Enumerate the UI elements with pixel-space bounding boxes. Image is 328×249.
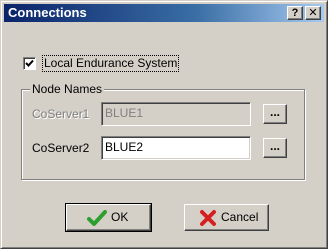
coserver2-input[interactable]: BLUE2: [101, 136, 251, 160]
local-endurance-label[interactable]: Local Endurance System: [41, 55, 180, 72]
local-endurance-checkbox[interactable]: [23, 57, 36, 70]
coserver1-label: CoServer1: [32, 107, 90, 121]
red-x-icon: [200, 210, 216, 226]
title-bar[interactable]: Connections ? ✕: [4, 4, 324, 22]
node-names-group-title: Node Names: [30, 82, 105, 97]
node-names-group: Node Names CoServer1 BLUE1 ... CoServer2…: [21, 82, 305, 180]
ok-label: OK: [111, 210, 129, 224]
cancel-button[interactable]: Cancel: [184, 204, 269, 231]
green-checkmark-icon: [87, 210, 107, 226]
coserver2-label: CoServer2: [32, 141, 90, 155]
close-button[interactable]: ✕: [305, 6, 321, 20]
coserver1-browse-button[interactable]: ...: [263, 104, 287, 124]
checkmark-icon: [25, 59, 34, 67]
cancel-label: Cancel: [221, 210, 259, 224]
help-button[interactable]: ?: [287, 6, 303, 20]
window-title: Connections: [8, 5, 87, 20]
ok-button[interactable]: OK: [65, 203, 152, 232]
coserver2-browse-button[interactable]: ...: [263, 138, 287, 158]
coserver1-input: BLUE1: [101, 102, 251, 126]
connections-dialog: Connections ? ✕ Local Endurance System N…: [0, 0, 328, 249]
